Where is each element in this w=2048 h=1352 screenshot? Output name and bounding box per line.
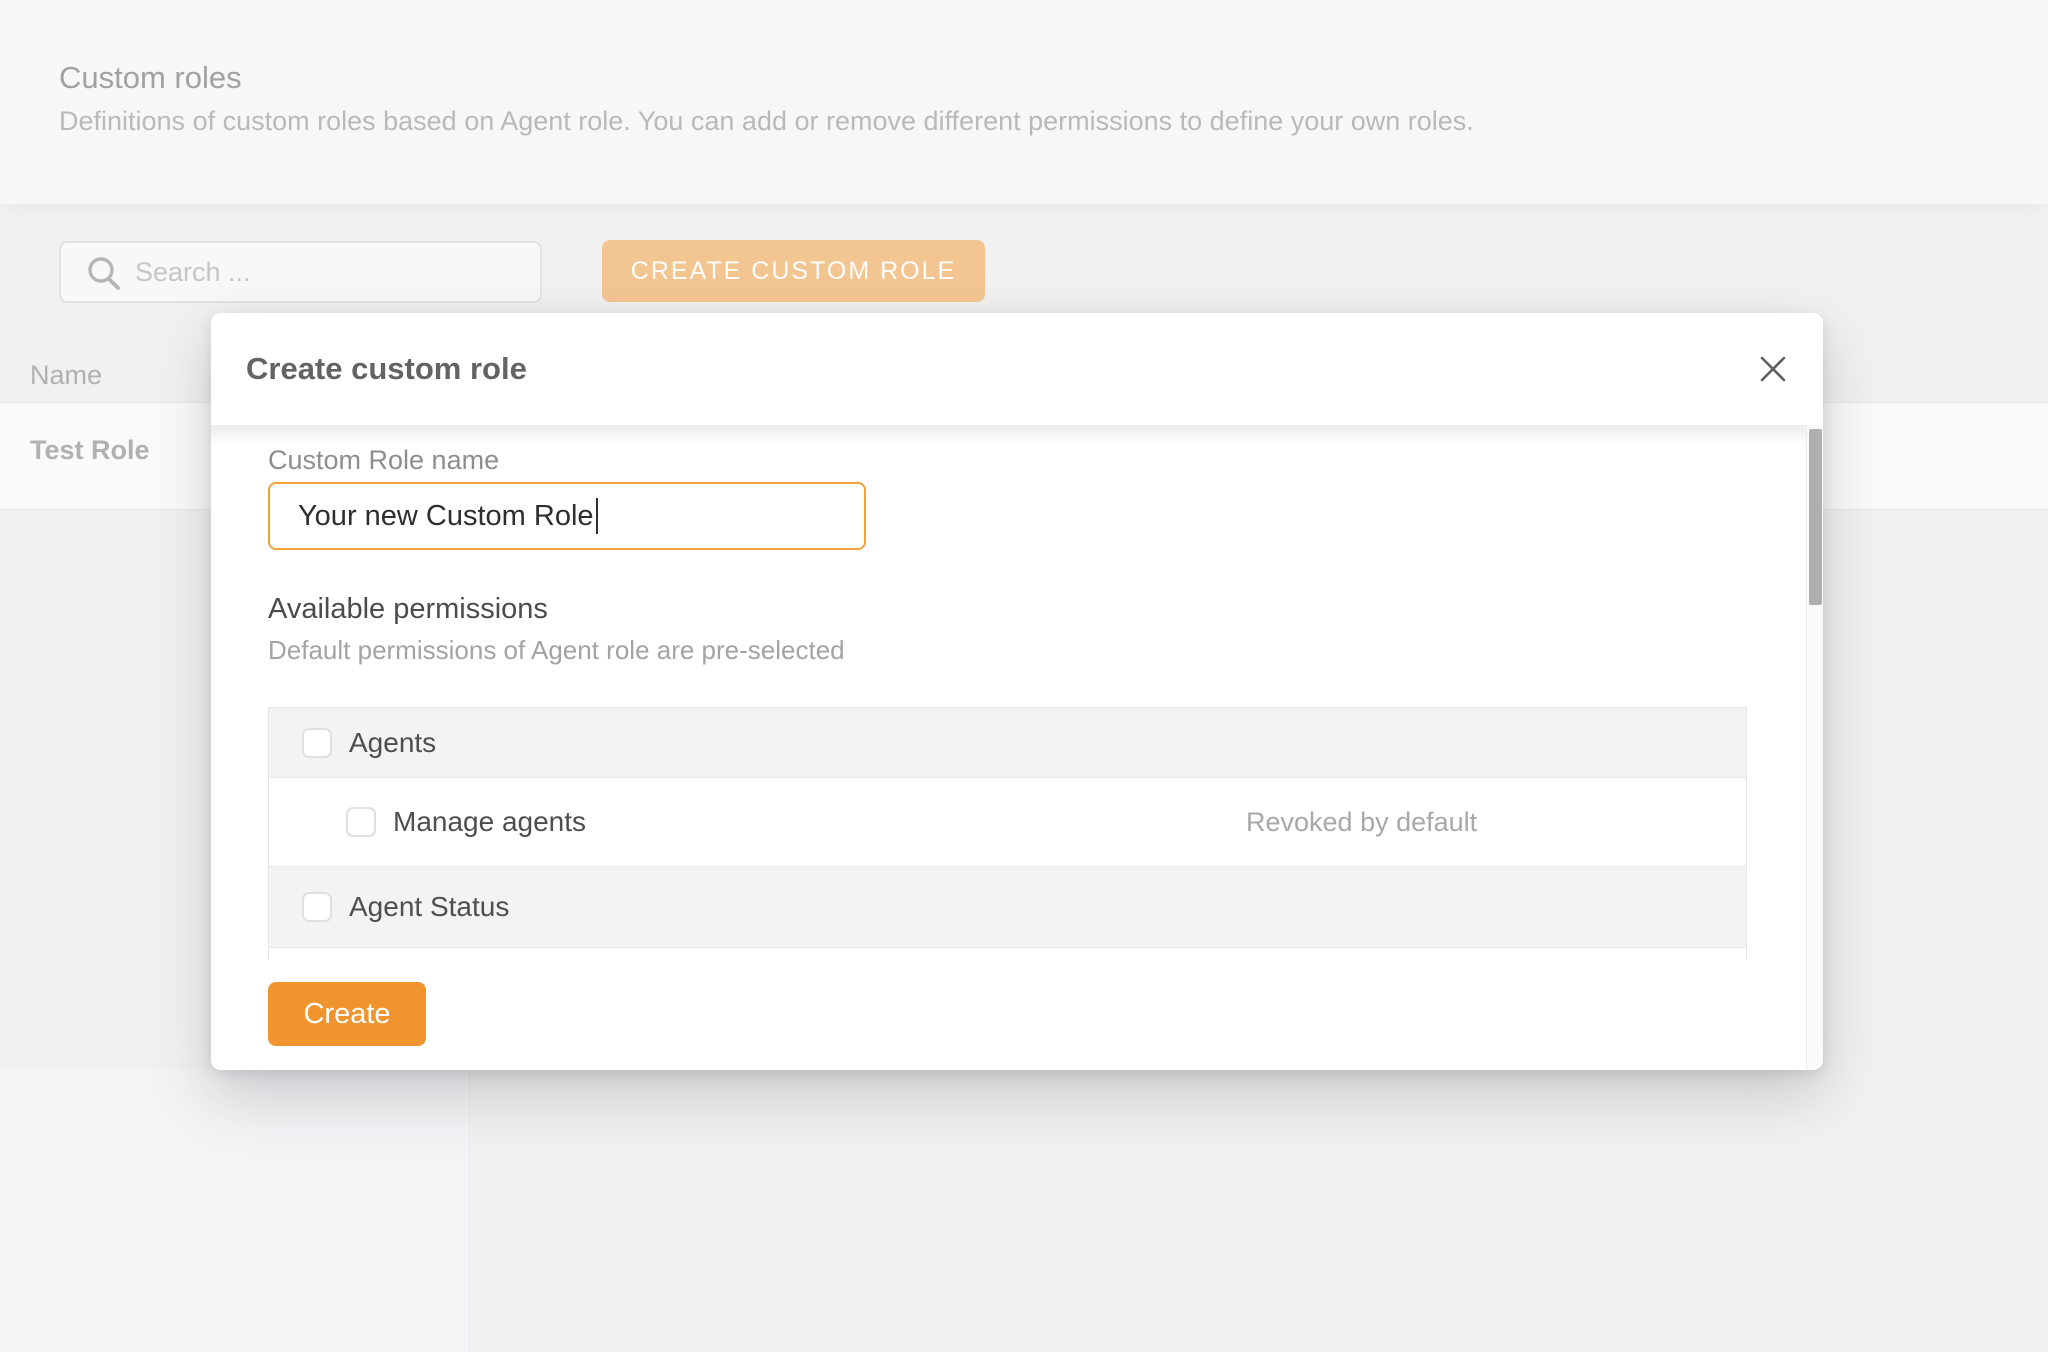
permission-child-row-manage-agents[interactable]: Manage agents Revoked by default <box>269 778 1746 867</box>
page-subtitle: Definitions of custom roles based on Age… <box>59 106 1474 137</box>
page-title: Custom roles <box>59 60 242 96</box>
permission-default-note: Revoked by default <box>1246 807 1477 838</box>
modal-scrollbar-thumb[interactable] <box>1809 429 1822 605</box>
create-custom-role-modal: Create custom role Custom Role name Your… <box>211 313 1823 1070</box>
search-box[interactable] <box>59 241 542 303</box>
custom-role-name-label: Custom Role name <box>268 445 499 476</box>
custom-role-name-value: Your new Custom Role <box>298 500 594 533</box>
screen: Custom roles Definitions of custom roles… <box>0 0 2048 1352</box>
table-bottom-area <box>0 1070 470 1352</box>
close-button[interactable] <box>1750 354 1795 384</box>
create-custom-role-button[interactable]: CREATE CUSTOM ROLE <box>602 240 985 302</box>
permission-label: Agent Status <box>349 891 509 923</box>
create-submit-button[interactable]: Create <box>268 982 426 1046</box>
table-column-header-name: Name <box>30 360 102 391</box>
permissions-list: Agents Manage agents Revoked by default … <box>268 707 1747 960</box>
permission-group-row-agent-status[interactable]: Agent Status <box>269 867 1746 948</box>
available-permissions-heading: Available permissions <box>268 593 548 626</box>
modal-title: Create custom role <box>246 351 527 387</box>
permission-label: Manage agents <box>393 806 586 838</box>
custom-role-name-input[interactable]: Your new Custom Role <box>268 482 866 550</box>
search-input[interactable] <box>135 245 515 299</box>
close-icon <box>1758 354 1788 384</box>
checkbox-agents[interactable] <box>302 728 332 758</box>
text-caret <box>596 498 598 534</box>
page-header-band: Custom roles Definitions of custom roles… <box>0 0 2048 205</box>
checkbox-agent-status[interactable] <box>302 892 332 922</box>
modal-scrollbar-track[interactable] <box>1806 425 1823 1070</box>
modal-header: Create custom role <box>211 313 1823 425</box>
permission-row-clipped <box>269 948 1746 960</box>
checkbox-manage-agents[interactable] <box>346 807 376 837</box>
table-cell-role-name: Test Role <box>30 435 150 466</box>
permission-label: Agents <box>349 727 436 759</box>
modal-body: Custom Role name Your new Custom Role Av… <box>211 425 1823 1070</box>
search-icon <box>85 255 123 293</box>
permission-group-row-agents[interactable]: Agents <box>269 708 1746 778</box>
available-permissions-subheading: Default permissions of Agent role are pr… <box>268 635 845 666</box>
